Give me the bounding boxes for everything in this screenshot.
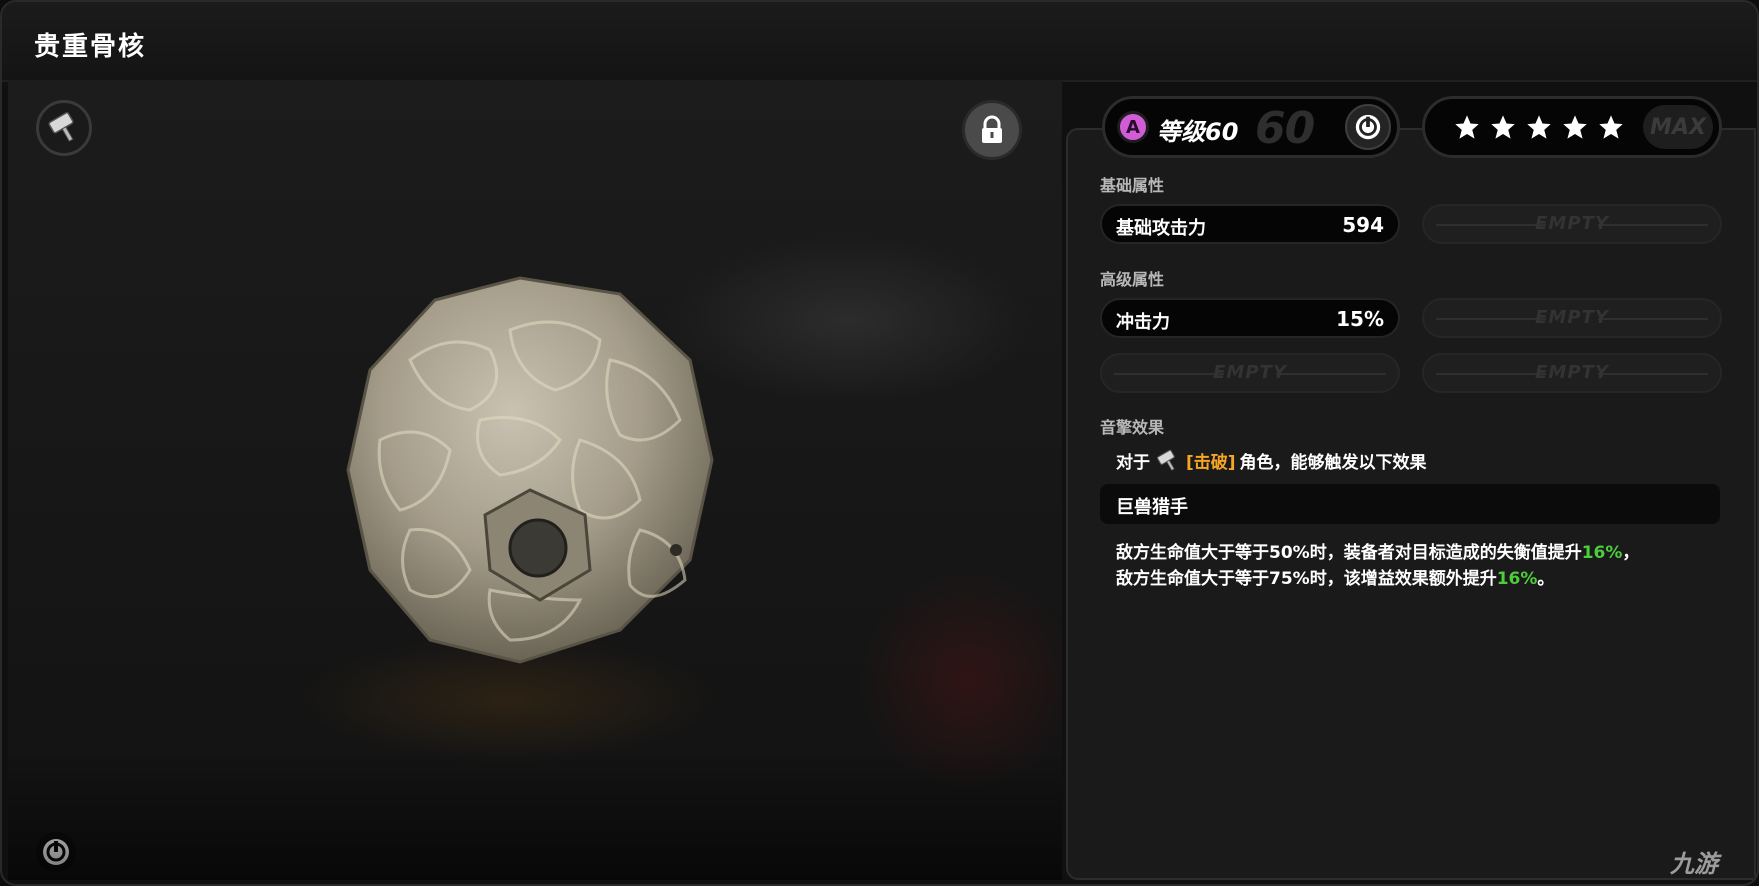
hammer-type-button[interactable] bbox=[36, 100, 92, 156]
hammer-icon bbox=[48, 112, 74, 142]
effect-text: 敌方生命值大于等于75%时，该增益效果额外提升 bbox=[1116, 569, 1497, 589]
rank-badge: A bbox=[1117, 111, 1149, 143]
empty-stat-slot: EMPTY bbox=[1422, 298, 1722, 338]
item-detail-window: 贵重骨核 A 等级60 60 MAX 基础属性 基础攻击力 594 EMPTY … bbox=[0, 0, 1759, 886]
stat-name: 基础攻击力 bbox=[1116, 218, 1206, 239]
advanced-stats-label: 高级属性 bbox=[1100, 270, 1165, 289]
impact-stat: 冲击力 15% bbox=[1100, 298, 1400, 338]
condition-prefix: 对于 bbox=[1116, 453, 1150, 473]
empty-label: EMPTY bbox=[1535, 213, 1609, 234]
condition-suffix: 角色，能够触发以下效果 bbox=[1239, 453, 1427, 473]
effect-text: 敌方生命值大于等于50%时，装备者对目标造成的失衡值提升 bbox=[1116, 543, 1582, 563]
empty-label: EMPTY bbox=[1535, 362, 1609, 383]
effect-section-label: 音擎效果 bbox=[1100, 418, 1165, 437]
lock-button[interactable] bbox=[962, 100, 1022, 160]
empty-label: EMPTY bbox=[1213, 362, 1287, 383]
max-badge: MAX bbox=[1643, 105, 1713, 149]
role-tag: [击破] bbox=[1186, 453, 1236, 473]
effect-line-1: 敌方生命值大于等于50%时，装备者对目标造成的失衡值提升16%， bbox=[1116, 538, 1639, 563]
empty-stat-slot: EMPTY bbox=[1422, 353, 1722, 393]
page-title: 贵重骨核 bbox=[34, 32, 147, 62]
effect-line-2: 敌方生命值大于等于75%时，该增益效果额外提升16%。 bbox=[1116, 564, 1554, 589]
level-pill: A 等级60 60 bbox=[1102, 96, 1400, 158]
star-icon bbox=[1527, 115, 1551, 139]
watermark-logo: 九游 bbox=[1670, 850, 1718, 878]
effect-name-header: 巨兽猎手 bbox=[1100, 484, 1720, 524]
effect-name: 巨兽猎手 bbox=[1116, 497, 1188, 518]
empty-stat-slot: EMPTY bbox=[1422, 204, 1722, 244]
item-preview-area bbox=[8, 80, 1062, 880]
star-rating bbox=[1453, 113, 1625, 141]
hammer-icon bbox=[1157, 449, 1175, 471]
stat-name: 冲击力 bbox=[1116, 312, 1170, 333]
base-attack-stat: 基础攻击力 594 bbox=[1100, 204, 1400, 244]
level-max-value: 60 bbox=[1255, 103, 1315, 154]
effect-value: 16% bbox=[1496, 569, 1538, 589]
star-icon bbox=[1563, 115, 1587, 139]
star-icon bbox=[1491, 115, 1515, 139]
empty-stat-slot: EMPTY bbox=[1100, 353, 1400, 393]
lock-icon bbox=[982, 115, 1002, 143]
level-up-button[interactable] bbox=[1345, 104, 1391, 150]
empty-label: EMPTY bbox=[1535, 307, 1609, 328]
refinement-stars-pill: MAX bbox=[1422, 96, 1722, 158]
effect-value: 16% bbox=[1581, 543, 1623, 563]
star-icon bbox=[1455, 115, 1479, 139]
power-icon bbox=[1355, 114, 1381, 140]
effect-punct: ， bbox=[1622, 543, 1640, 563]
stat-value: 594 bbox=[1342, 213, 1384, 237]
base-stats-label: 基础属性 bbox=[1100, 176, 1165, 195]
effect-punct: 。 bbox=[1537, 569, 1555, 589]
effect-condition-line: 对于 [击破] 角色，能够触发以下效果 bbox=[1116, 448, 1427, 473]
level-label: 等级60 bbox=[1157, 118, 1239, 146]
stat-value: 15% bbox=[1336, 307, 1384, 331]
star-icon bbox=[1599, 115, 1623, 139]
title-bar: 贵重骨核 bbox=[2, 2, 1757, 82]
bone-core-item-image bbox=[346, 276, 714, 664]
power-icon bbox=[43, 839, 69, 865]
corner-power-button[interactable] bbox=[36, 832, 76, 872]
